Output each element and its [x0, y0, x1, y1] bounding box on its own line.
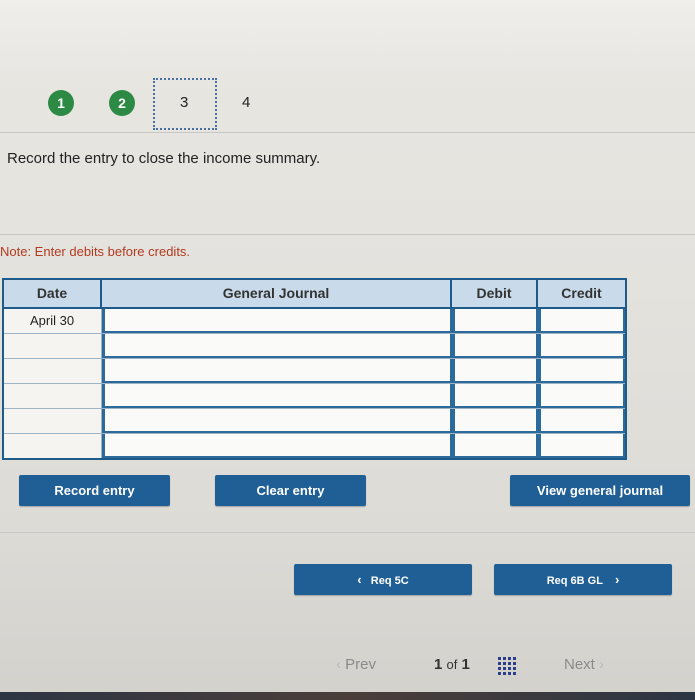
credit-input[interactable] [538, 434, 625, 458]
account-input[interactable] [102, 384, 452, 408]
date-cell[interactable] [4, 434, 102, 458]
divider [0, 234, 695, 235]
date-cell[interactable] [4, 409, 102, 433]
header-credit: Credit [561, 285, 602, 301]
bottom-strip [0, 692, 695, 700]
grid-icon[interactable] [498, 657, 516, 675]
credit-input[interactable] [538, 334, 625, 358]
debit-input[interactable] [452, 434, 538, 458]
account-input[interactable] [102, 359, 452, 383]
account-input[interactable] [102, 434, 452, 458]
account-input[interactable] [102, 334, 452, 358]
next-requirement-button[interactable]: Req 6B GL › [494, 564, 672, 595]
divider [0, 532, 695, 533]
account-input[interactable] [102, 309, 452, 333]
prev-requirement-button[interactable]: ‹ Req 5C [294, 564, 472, 595]
debit-input[interactable] [452, 409, 538, 433]
prev-requirement-label: Req 5C [370, 575, 409, 587]
chevron-left-icon: ‹ [357, 572, 362, 587]
date-cell[interactable] [4, 334, 102, 358]
date-cell[interactable] [4, 384, 102, 408]
table-row [4, 359, 625, 384]
date-cell[interactable] [4, 359, 102, 383]
view-general-journal-button[interactable]: View general journal [510, 475, 690, 506]
header-date: Date [4, 280, 102, 307]
page-current: 1 [434, 656, 443, 673]
record-entry-button[interactable]: Record entry [19, 475, 170, 506]
top-band [0, 0, 695, 70]
clear-entry-button[interactable]: Clear entry [215, 475, 366, 506]
table-row [4, 434, 625, 458]
general-journal-table: Date General Journal Debit Credit April … [2, 278, 627, 460]
header-debit: Debit [452, 280, 538, 307]
page-indicator: 1 of 1 [434, 656, 470, 673]
step-progress: 1 2 3 4 [0, 72, 695, 134]
pager-prev-label: Prev [345, 656, 377, 673]
step-3-active[interactable]: 3 [180, 94, 188, 111]
debit-input[interactable] [452, 309, 538, 333]
header-general-journal: General Journal [102, 280, 452, 307]
date-cell[interactable]: April 30 [4, 309, 102, 333]
page-total: 1 [461, 656, 470, 673]
table-row [4, 334, 625, 359]
page-of: of [446, 657, 458, 672]
next-requirement-label: Req 6B GL [546, 575, 603, 587]
step-1-complete[interactable]: 1 [48, 90, 74, 116]
debit-input[interactable] [452, 359, 538, 383]
journal-header-row: Date General Journal Debit Credit [4, 280, 625, 309]
debit-input[interactable] [452, 384, 538, 408]
pager-prev[interactable]: ‹ Prev [336, 656, 376, 673]
table-row: April 30 [4, 309, 625, 334]
instruction-text: Record the entry to close the income sum… [7, 150, 321, 167]
credit-input[interactable] [538, 384, 625, 408]
step-4[interactable]: 4 [242, 94, 250, 111]
credit-input[interactable] [538, 359, 625, 383]
step-2-complete[interactable]: 2 [109, 90, 135, 116]
table-row [4, 384, 625, 409]
chevron-right-icon: › [614, 572, 620, 587]
pager-next[interactable]: Next › [564, 656, 604, 673]
chevron-right-icon: › [599, 656, 605, 673]
credit-input[interactable] [538, 309, 625, 333]
divider [0, 132, 695, 133]
note-text: Note: Enter debits before credits. [0, 244, 191, 259]
pager-next-label: Next [564, 656, 595, 673]
chevron-left-icon: ‹ [336, 656, 341, 673]
debit-input[interactable] [452, 334, 538, 358]
account-input[interactable] [102, 409, 452, 433]
table-row [4, 409, 625, 434]
credit-input[interactable] [538, 409, 625, 433]
